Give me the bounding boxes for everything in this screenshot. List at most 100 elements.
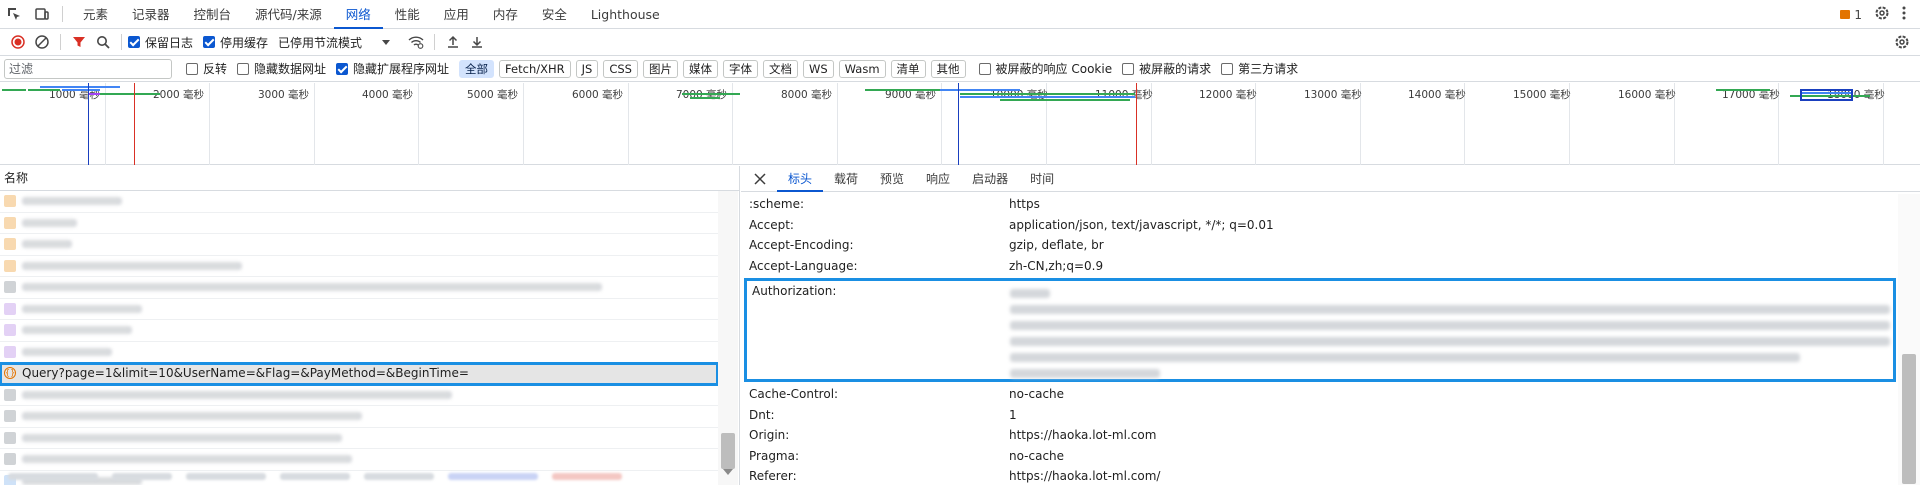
export-har-download-icon[interactable] (465, 30, 489, 54)
scrollbar-thumb[interactable] (721, 433, 735, 469)
table-row[interactable] (0, 385, 718, 406)
type-filter-1[interactable]: Fetch/XHR (499, 59, 571, 78)
resource-type-icon (4, 431, 16, 444)
header-value: application/json, text/javascript, */*; … (1009, 217, 1274, 232)
timeline-tick-label: 2000 毫秒 (153, 89, 205, 101)
issues-badge[interactable]: 1 (1840, 8, 1862, 22)
header-key: Accept-Encoding: (749, 238, 854, 253)
scroll-down-arrow-icon[interactable] (723, 469, 733, 475)
filter-input[interactable]: 过滤 (4, 58, 172, 79)
tab-0[interactable]: 元素 (71, 0, 120, 29)
issue-flag-icon (1840, 10, 1851, 19)
table-row[interactable] (0, 256, 718, 277)
request-detail-pane: 标头 载荷 预览 响应 启动器 时间 :scheme: https Accept: applic… (741, 166, 1920, 485)
blocked-requests-checkbox[interactable]: 被屏蔽的请求 (1122, 60, 1211, 77)
more-options-icon[interactable] (1902, 6, 1906, 23)
timeline-tick-label: 6000 毫秒 (572, 89, 624, 101)
blocked-cookies-check[interactable] (978, 62, 991, 75)
invert-checkbox[interactable]: 反转 (186, 60, 227, 77)
tab-7[interactable]: 内存 (481, 0, 530, 29)
detail-tab-5[interactable]: 时间 (1019, 166, 1065, 192)
import-har-upload-icon[interactable] (441, 30, 465, 54)
table-row[interactable] (0, 213, 718, 234)
table-row[interactable] (0, 428, 718, 449)
clear-icon[interactable] (30, 30, 54, 54)
detail-tab-1[interactable]: 载荷 (823, 166, 869, 192)
network-settings-gear-icon[interactable] (1894, 34, 1910, 53)
tab-5[interactable]: 性能 (383, 0, 432, 29)
type-filter-0[interactable]: 全部 (459, 59, 495, 78)
search-icon[interactable] (91, 30, 115, 54)
hide-data-urls-check[interactable] (237, 62, 250, 75)
table-row[interactable] (0, 406, 718, 428)
tabbar-divider (62, 6, 63, 22)
type-filter-9[interactable]: Wasm (838, 59, 886, 78)
detail-scrollbar[interactable] (1898, 194, 1920, 485)
table-row[interactable] (0, 320, 718, 342)
tab-3[interactable]: 源代码/来源 (243, 0, 334, 29)
settings-gear-icon[interactable] (1874, 5, 1890, 24)
network-conditions-wifi-icon[interactable] (404, 30, 428, 54)
tab-9[interactable]: Lighthouse (579, 0, 672, 29)
preserve-log-check[interactable] (128, 36, 140, 48)
overview-selection-window[interactable] (1800, 89, 1853, 101)
invert-check[interactable] (186, 62, 198, 75)
device-toolbar-icon[interactable] (28, 0, 56, 29)
hide-data-urls-checkbox[interactable]: 隐藏数据网址 (237, 60, 326, 77)
scrollbar-thumb[interactable] (1902, 354, 1916, 484)
type-filter-2[interactable]: JS (575, 59, 599, 78)
disable-cache-checkbox[interactable]: 停用缓存 (203, 34, 268, 51)
inspect-element-icon[interactable] (0, 0, 28, 29)
redacted-request-name (22, 240, 72, 249)
header-row: Accept: application/json, text/javascript… (741, 215, 1898, 236)
table-row[interactable] (0, 299, 718, 320)
detail-tab-4[interactable]: 启动器 (961, 166, 1019, 192)
close-icon[interactable] (749, 168, 771, 190)
table-row[interactable] (0, 342, 718, 363)
type-filter-4[interactable]: 图片 (642, 59, 678, 78)
name-column-header[interactable]: 名称 (0, 166, 739, 191)
waterfall-bar (682, 93, 740, 95)
table-row[interactable] (0, 191, 718, 213)
detail-tab-2[interactable]: 预览 (869, 166, 915, 192)
third-party-checkbox[interactable]: 第三方请求 (1221, 60, 1298, 77)
resource-type-icon (4, 281, 16, 294)
filter-funnel-icon[interactable] (67, 30, 91, 54)
tab-4[interactable]: 网络 (333, 0, 383, 29)
type-filter-11[interactable]: 其他 (930, 59, 966, 78)
type-filter-5[interactable]: 媒体 (682, 59, 718, 78)
preserve-log-checkbox[interactable]: 保留日志 (128, 34, 193, 51)
detail-tab-3[interactable]: 响应 (915, 166, 961, 192)
waterfall-bar (62, 89, 100, 91)
table-row[interactable] (0, 234, 718, 256)
type-filter-10[interactable]: 清单 (890, 59, 926, 78)
type-filter-3[interactable]: CSS (603, 59, 638, 78)
type-filter-8[interactable]: WS (802, 59, 834, 78)
selected-request-row[interactable]: {} Query?page=1&limit=10&UserName=&Flag=&… (0, 362, 719, 386)
tab-6[interactable]: 应用 (432, 0, 481, 29)
resource-type-icon (4, 324, 16, 337)
toolbar-divider (434, 34, 436, 50)
waterfall-bar (865, 89, 940, 91)
timeline-overview[interactable]: 1000 毫秒 2000 毫秒 3000 毫秒 4000 毫秒 5000 毫秒 6000 … (0, 83, 1920, 165)
hide-extension-urls-check[interactable] (336, 62, 349, 75)
request-list-scrollbar[interactable] (718, 191, 738, 485)
tab-1[interactable]: 记录器 (120, 0, 182, 29)
type-filter-7[interactable]: 文档 (762, 59, 798, 78)
blocked-cookies-checkbox[interactable]: 被屏蔽的响应 Cookie (978, 60, 1112, 77)
type-filter-6[interactable]: 字体 (722, 59, 758, 78)
resource-type-icon (4, 345, 16, 358)
tab-8[interactable]: 安全 (530, 0, 579, 29)
throttling-select[interactable]: 已停用节流模式 (278, 34, 391, 51)
third-party-check[interactable] (1221, 62, 1234, 75)
hide-extension-urls-checkbox[interactable]: 隐藏扩展程序网址 (336, 60, 449, 77)
blocked-requests-check[interactable] (1122, 62, 1135, 75)
waterfall-bar (960, 93, 1135, 95)
record-stop-icon[interactable] (6, 30, 30, 54)
disable-cache-check[interactable] (203, 36, 216, 48)
timeline-tick-label: 4000 毫秒 (362, 89, 414, 101)
tab-2[interactable]: 控制台 (182, 0, 244, 29)
detail-tab-0[interactable]: 标头 (777, 166, 824, 192)
header-row: Pragma: no-cache (741, 446, 1898, 467)
table-row[interactable] (0, 277, 718, 299)
